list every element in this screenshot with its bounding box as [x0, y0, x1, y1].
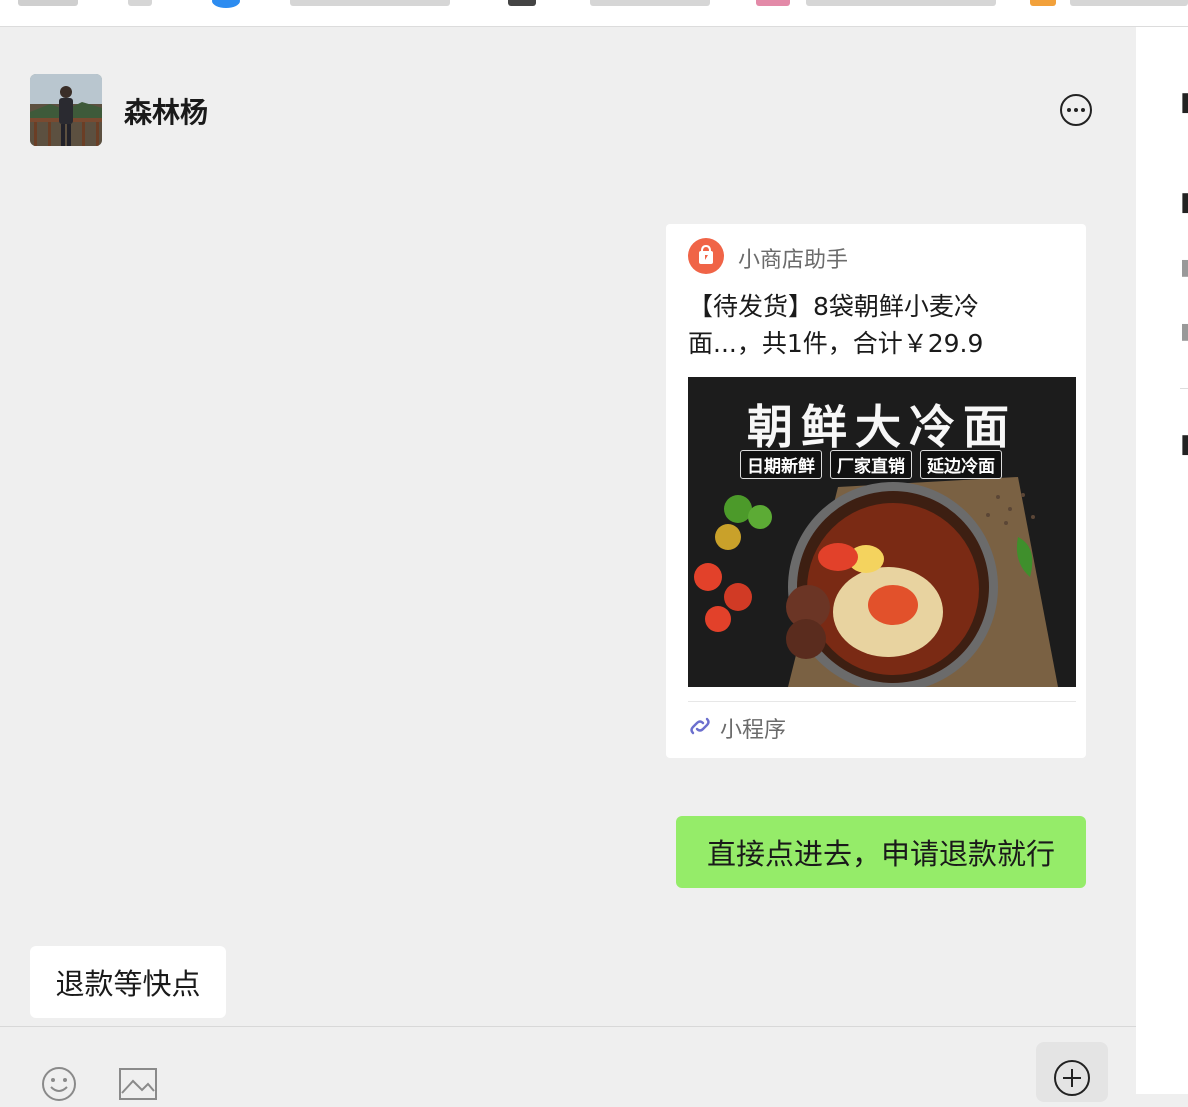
- product-tags: 日期新鲜 厂家直销 延边冷面: [740, 450, 1002, 479]
- chat-window: 森林杨 小商店助手 【待发货】8袋朝鲜小麦冷 面...，共1件，合计￥29.9: [0, 27, 1136, 1102]
- dot: [1074, 108, 1078, 112]
- mini-program-label: 小程序: [720, 718, 787, 743]
- input-divider: [0, 1026, 1136, 1027]
- product-image: 朝鲜大冷面 日期新鲜 厂家直销 延边冷面: [688, 377, 1076, 687]
- plus-button[interactable]: [1036, 1042, 1108, 1102]
- plus-icon: [1054, 1060, 1090, 1096]
- card-title: 【待发货】8袋朝鲜小麦冷 面...，共1件，合计￥29.9: [688, 288, 1058, 362]
- tab-fragment[interactable]: [18, 0, 78, 6]
- side-panel-fragment: ▮: [1180, 319, 1188, 344]
- product-tag: 厂家直销: [830, 450, 912, 479]
- received-message-bubble[interactable]: 退款等快点: [30, 946, 226, 1018]
- tab-fragment[interactable]: [806, 0, 996, 6]
- shop-bag-icon: [688, 238, 724, 274]
- product-tag: 日期新鲜: [740, 450, 822, 479]
- image-icon[interactable]: [118, 1067, 158, 1105]
- emoji-icon[interactable]: [40, 1065, 78, 1107]
- tab-fragment[interactable]: [128, 0, 152, 6]
- tab-favicon-icon[interactable]: [756, 0, 790, 6]
- tab-fragment[interactable]: [290, 0, 450, 6]
- card-title-line: 面...，共1件，合计￥29.9: [688, 329, 984, 358]
- side-panel-fragment: ▮: [1180, 429, 1188, 459]
- card-app-name: 小商店助手: [738, 248, 849, 273]
- right-side-panel: ▮ ▮ ▮ ▮ ▮: [1136, 27, 1188, 1094]
- tab-fragment[interactable]: [508, 0, 536, 6]
- card-title-line: 【待发货】8袋朝鲜小麦冷: [688, 292, 979, 321]
- sent-message-bubble[interactable]: 直接点进去，申请退款就行: [676, 816, 1086, 888]
- more-icon[interactable]: [1060, 94, 1092, 126]
- card-divider: [688, 701, 1076, 702]
- top-tab-strip: [0, 0, 1188, 27]
- side-panel-fragment: ▮: [1180, 187, 1188, 217]
- dot: [1081, 108, 1085, 112]
- mini-program-card[interactable]: 小商店助手 【待发货】8袋朝鲜小麦冷 面...，共1件，合计￥29.9 朝鲜大冷…: [666, 224, 1086, 758]
- tab-favicon-icon[interactable]: [212, 0, 240, 8]
- side-panel-divider: [1180, 388, 1188, 389]
- tab-fragment[interactable]: [590, 0, 710, 6]
- tab-favicon-icon[interactable]: [1030, 0, 1056, 6]
- mini-program-icon: [688, 714, 712, 738]
- tab-fragment[interactable]: [1070, 0, 1188, 6]
- contact-name: 森林杨: [124, 96, 209, 129]
- product-headline: 朝鲜大冷面: [747, 400, 1017, 454]
- side-panel-fragment: ▮: [1180, 87, 1188, 117]
- dot: [1067, 108, 1071, 112]
- side-panel-fragment: ▮: [1180, 255, 1188, 280]
- contact-avatar[interactable]: [30, 74, 102, 146]
- product-tag: 延边冷面: [920, 450, 1002, 479]
